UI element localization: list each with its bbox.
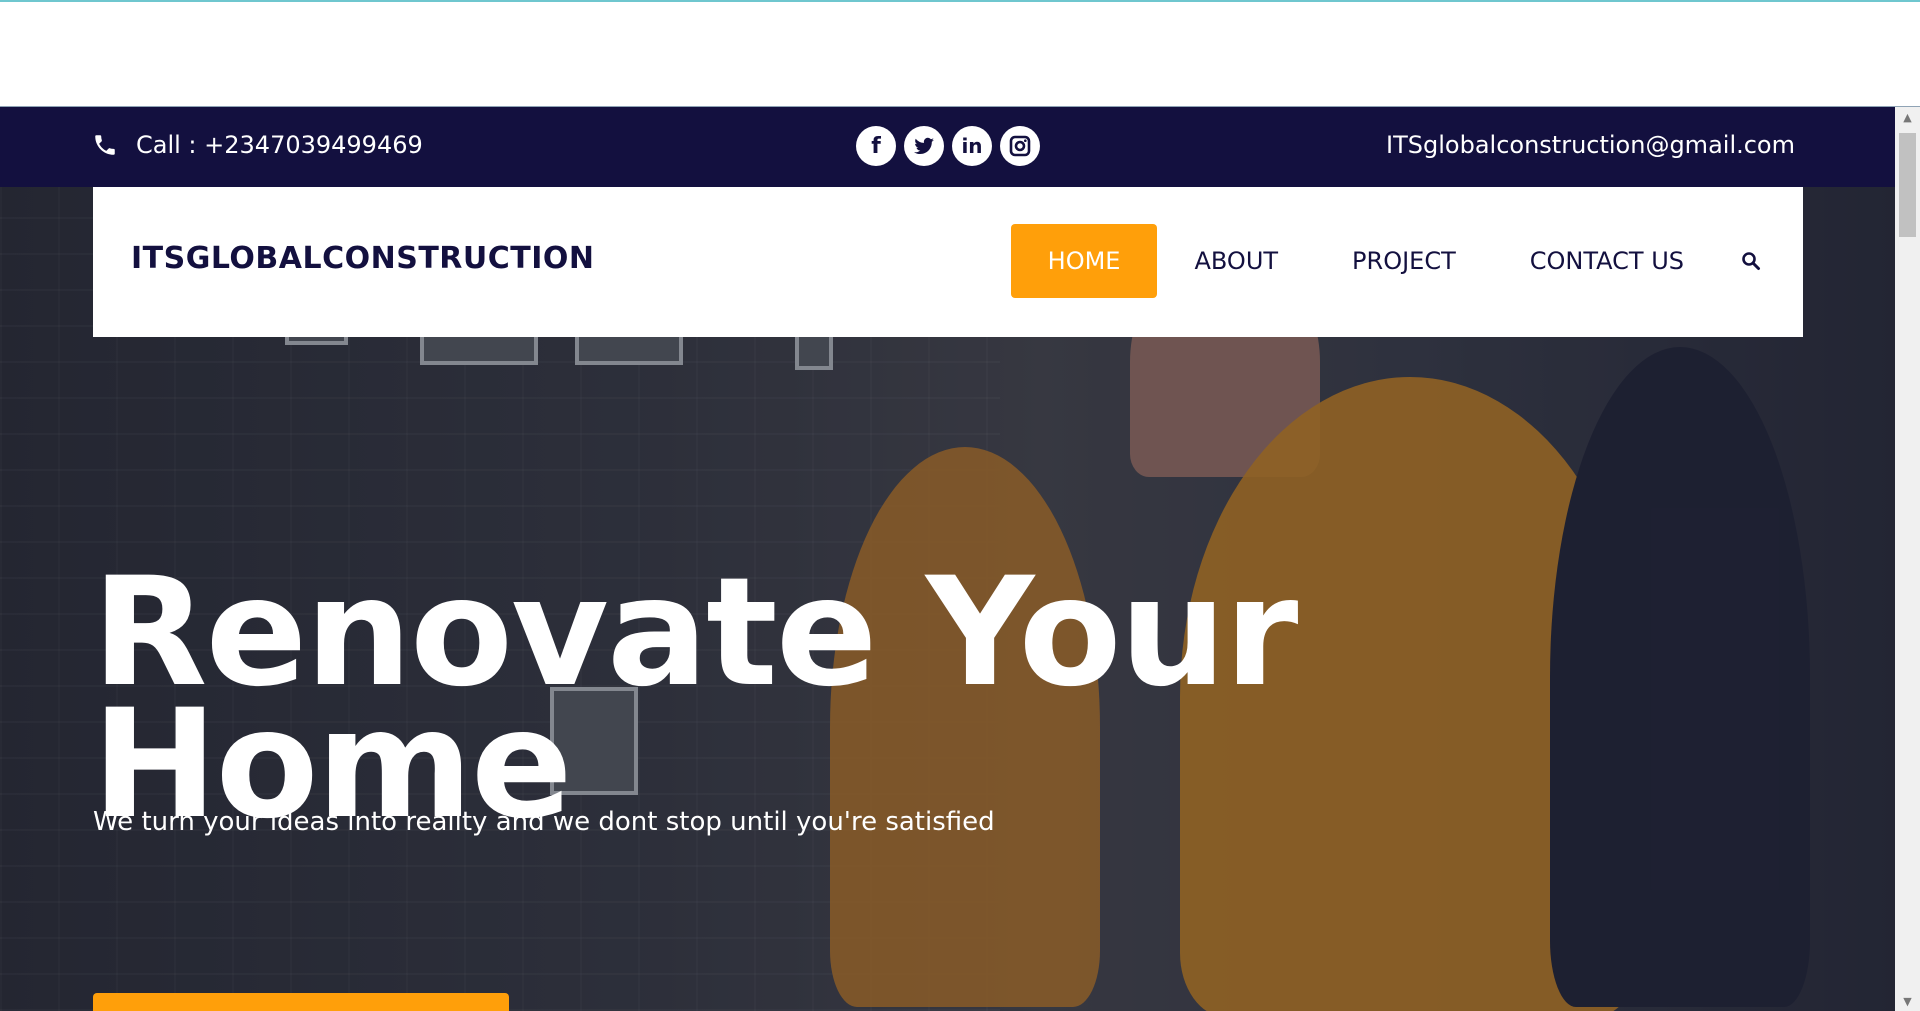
nav-menu: HOME ABOUT PROJECT CONTACT US [1010,224,1803,298]
hero-section: ITSGLOBALCONSTRUCTION HOME ABOUT PROJECT… [0,187,1895,1011]
phone-icon [95,135,115,155]
main-navbar: ITSGLOBALCONSTRUCTION HOME ABOUT PROJECT… [93,187,1803,337]
page-viewport: Call : +2347039499469 f in ITSglobalcons… [0,107,1895,1011]
scroll-down-arrow-icon[interactable]: ▼ [1895,991,1920,1011]
hero-headline: Renovate Your Home [92,558,1298,840]
phone-contact[interactable]: Call : +2347039499469 [92,131,423,159]
nav-contact[interactable]: CONTACT US [1493,224,1721,298]
twitter-bird-icon [914,137,934,155]
nav-project[interactable]: PROJECT [1315,224,1493,298]
instagram-icon[interactable] [1000,126,1040,166]
nav-home[interactable]: HOME [1010,224,1158,298]
hero-cta-button[interactable] [93,993,509,1011]
email-link[interactable]: ITSglobalconstruction@gmail.com [1386,131,1795,159]
social-links: f in [856,126,1040,166]
linkedin-icon[interactable]: in [952,126,992,166]
phone-text: Call : +2347039499469 [136,131,423,159]
linkedin-glyph: in [961,134,983,158]
facebook-glyph: f [871,133,881,159]
hero-subtitle: We turn your ideas into reality and we d… [93,807,995,837]
scroll-up-arrow-icon[interactable]: ▲ [1895,107,1920,127]
search-button[interactable] [1731,224,1771,298]
site-logo[interactable]: ITSGLOBALCONSTRUCTION [131,241,595,276]
twitter-icon[interactable] [904,126,944,166]
nav-about[interactable]: ABOUT [1157,224,1315,298]
browser-chrome-area [0,2,1920,107]
instagram-camera-icon [1009,135,1031,157]
scroll-thumb[interactable] [1899,133,1916,237]
facebook-icon[interactable]: f [856,126,896,166]
search-icon [1742,252,1760,270]
top-contact-bar: Call : +2347039499469 f in ITSglobalcons… [0,107,1895,187]
vertical-scrollbar[interactable]: ▲ ▼ [1895,107,1920,1011]
